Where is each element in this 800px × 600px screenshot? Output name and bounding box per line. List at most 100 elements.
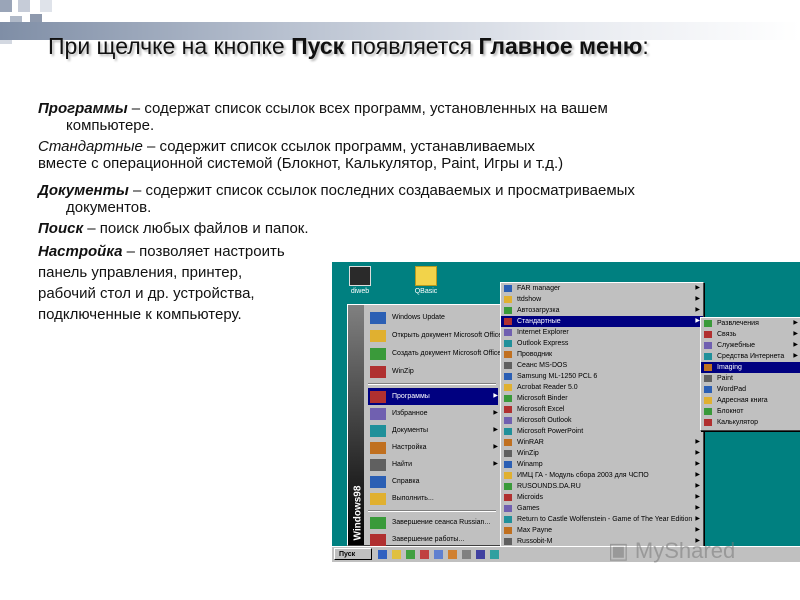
menu-separator <box>368 510 496 512</box>
programs-menu-item-автозагрузка[interactable]: Автозагрузка ▶ <box>501 305 703 316</box>
desktop-icon-diweb[interactable]: diweb <box>340 266 380 295</box>
standard-menu-item-paint[interactable]: Paint <box>701 373 800 384</box>
slide-title: При щелчке на кнопке Пуск появляется Гла… <box>48 33 649 59</box>
program-icon <box>504 307 512 314</box>
programs-menu-item-internet-explorer[interactable]: Internet Explorer <box>501 327 703 338</box>
programs-menu-item-стандартные[interactable]: Стандартные ▶ <box>501 316 703 327</box>
program-icon <box>504 329 512 336</box>
windows-screenshot: diweb QBasic Windows98 Windows Update Отк… <box>332 262 800 562</box>
programs-menu-item-return-to-castle-wolfenstein-game-of-the-year-edition[interactable]: Return to Castle Wolfenstein - Game of T… <box>501 514 703 525</box>
standard-menu-item-блокнот[interactable]: Блокнот <box>701 406 800 417</box>
programs-menu-item-ttdshow[interactable]: ttdshow ▶ <box>501 294 703 305</box>
start-button[interactable]: Пуск <box>334 548 372 560</box>
programs-menu-item-имц-га-модуль-сбора-2003-для-чспо[interactable]: ИМЦ ГА - Модуль сбора 2003 для ЧСПО ▶ <box>501 470 703 481</box>
programs-menu-item-microsoft-excel[interactable]: Microsoft Excel <box>501 404 703 415</box>
programs-menu-item-microsoft-binder[interactable]: Microsoft Binder <box>501 393 703 404</box>
submenu-arrow-icon: ▶ <box>695 450 700 456</box>
menu-item-label: FAR manager <box>517 285 561 292</box>
start-menu-item-создать-документ-microsoft-office[interactable]: Создать документ Microsoft Office <box>368 345 502 362</box>
paragraph-programs: Программы – содержат список ссылок всех … <box>38 100 608 134</box>
program-icon <box>504 494 512 501</box>
standard-menu-item-калькулятор[interactable]: Калькулятор <box>701 417 800 428</box>
programs-menu-item-games[interactable]: Games ▶ <box>501 503 703 514</box>
standard-menu-item-imaging[interactable]: Imaging <box>701 362 800 373</box>
quick-launch-icon[interactable] <box>490 550 499 559</box>
menu-item-label: Microsoft PowerPoint <box>517 428 584 435</box>
programs-menu-item-outlook-express[interactable]: Outlook Express <box>501 338 703 349</box>
start-menu-item-winzip[interactable]: WinZip <box>368 363 498 380</box>
quick-launch-icon[interactable] <box>392 550 401 559</box>
start-menu-item-программы[interactable]: Программы ▶ <box>368 388 498 405</box>
quick-launch-icon[interactable] <box>378 550 387 559</box>
start-menu-item-выполнить[interactable]: Выполнить... <box>368 490 498 507</box>
start-menu-item-открыть-документ-microsoft-office[interactable]: Открыть документ Microsoft Office <box>368 327 502 344</box>
program-icon <box>504 285 512 292</box>
standard-menu-item-связь[interactable]: Связь ▶ <box>701 329 800 340</box>
start-menu-item-завершение-сеанса-russian[interactable]: Завершение сеанса Russian... <box>368 514 498 531</box>
standard-menu-item-развлечения[interactable]: Развлечения ▶ <box>701 318 800 329</box>
submenu-arrow-icon: ▶ <box>695 527 700 533</box>
quick-launch-icon[interactable] <box>476 550 485 559</box>
programs-menu-item-winzip[interactable]: WinZip ▶ <box>501 448 703 459</box>
start-menu-item-windows-update[interactable]: Windows Update <box>368 309 498 326</box>
start-menu-item-справка[interactable]: Справка <box>368 473 498 490</box>
menu-item-label: Max Payne <box>517 527 553 534</box>
program-icon <box>504 373 512 380</box>
paragraph-search: Поиск – поиск любых файлов и папок. <box>38 220 309 237</box>
programs-menu-item-проводник[interactable]: Проводник <box>501 349 703 360</box>
program-icon <box>504 483 512 490</box>
menu-icon <box>370 391 386 403</box>
quick-launch-icon[interactable] <box>462 550 471 559</box>
start-menu-item-найти[interactable]: Найти ▶ <box>368 456 498 473</box>
standard-submenu: Развлечения ▶ Связь ▶ Служебные ▶ Средства Инт… <box>700 317 800 431</box>
program-icon <box>504 296 512 303</box>
paragraph-settings: Настройка – позволяет настроить панель у… <box>38 243 285 323</box>
menu-item-label: Создать документ Microsoft Office <box>392 350 502 357</box>
program-icon <box>504 362 512 369</box>
programs-menu-item-сеанс-ms-dos[interactable]: Сеанс MS-DOS <box>501 360 703 371</box>
standard-menu-item-средства-интернета[interactable]: Средства Интернета ▶ <box>701 351 800 362</box>
program-icon <box>504 351 512 358</box>
folder-icon <box>415 266 437 286</box>
program-icon <box>504 450 512 457</box>
programs-menu-item-microids[interactable]: Microids ▶ <box>501 492 703 503</box>
menu-item-label: Блокнот <box>717 408 744 415</box>
program-icon <box>504 472 512 479</box>
menu-item-label: Служебные <box>717 342 756 349</box>
program-icon <box>704 386 712 393</box>
quick-launch-icon[interactable] <box>406 550 415 559</box>
programs-menu-item-microsoft-powerpoint[interactable]: Microsoft PowerPoint <box>501 426 703 437</box>
programs-menu-item-samsung-ml-1250-pcl-6[interactable]: Samsung ML-1250 PCL 6 <box>501 371 703 382</box>
standard-menu-item-wordpad[interactable]: WordPad <box>701 384 800 395</box>
menu-icon <box>370 534 386 546</box>
programs-menu-item-acrobat-reader-5-0[interactable]: Acrobat Reader 5.0 <box>501 382 703 393</box>
program-icon <box>504 318 512 325</box>
quick-launch-icon[interactable] <box>420 550 429 559</box>
programs-menu-item-winamp[interactable]: Winamp ▶ <box>501 459 703 470</box>
standard-menu-item-служебные[interactable]: Служебные ▶ <box>701 340 800 351</box>
standard-menu-item-адресная-книга[interactable]: Адресная книга <box>701 395 800 406</box>
submenu-arrow-icon: ▶ <box>793 342 798 348</box>
menu-item-label: Средства Интернета <box>717 353 785 360</box>
programs-menu-item-max-payne[interactable]: Max Payne ▶ <box>501 525 703 536</box>
menu-item-label: Документы <box>392 427 429 434</box>
start-menu-item-избранное[interactable]: Избранное ▶ <box>368 405 498 422</box>
start-menu-item-настройка[interactable]: Настройка ▶ <box>368 439 498 456</box>
windows98-band: Windows98 <box>348 305 364 545</box>
quick-launch-icon[interactable] <box>448 550 457 559</box>
watermark: ▣ MyShared <box>608 538 736 563</box>
menu-icon <box>370 476 386 488</box>
menu-icon <box>370 442 386 454</box>
menu-item-label: Калькулятор <box>717 419 758 426</box>
programs-menu-item-microsoft-outlook[interactable]: Microsoft Outlook <box>501 415 703 426</box>
programs-menu-item-winrar[interactable]: WinRAR ▶ <box>501 437 703 448</box>
programs-menu-item-far-manager[interactable]: FAR manager ▶ <box>501 283 703 294</box>
desktop-icon-qbasic[interactable]: QBasic <box>406 266 446 295</box>
programs-menu-item-rusounds-da-ru[interactable]: RUSOUNDS.DA.RU ▶ <box>501 481 703 492</box>
programs-menu: FAR manager ▶ ttdshow ▶ Автозагрузка ▶ Стандар… <box>500 282 704 560</box>
menu-item-label: Paint <box>717 375 733 382</box>
program-icon <box>504 461 512 468</box>
quick-launch-icon[interactable] <box>434 550 443 559</box>
start-menu-item-документы[interactable]: Документы ▶ <box>368 422 498 439</box>
program-icon <box>370 348 386 360</box>
